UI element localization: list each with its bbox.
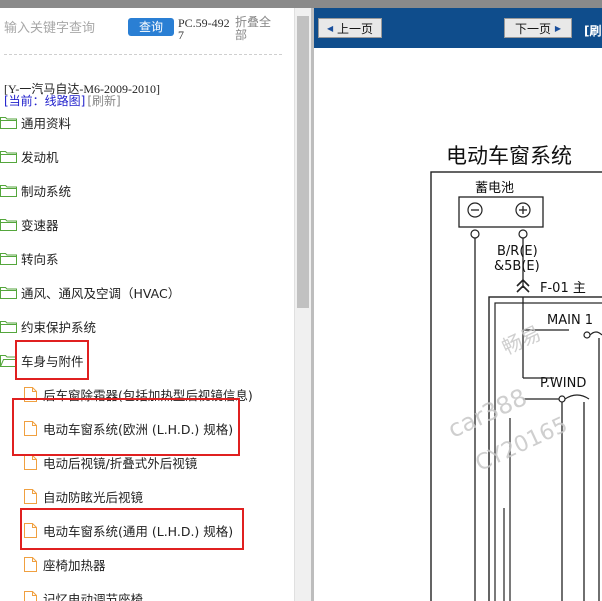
annotation-box <box>15 340 89 380</box>
tree-scrollbar[interactable] <box>294 8 311 601</box>
main-fuse-label: MAIN 1 <box>547 313 593 328</box>
scrollbar-thumb[interactable] <box>297 16 309 308</box>
tree-folder-label: 通风、通风及空调（HVAC） <box>21 285 181 301</box>
document-icon <box>24 590 37 601</box>
refresh-link-clipped[interactable]: [刷 <box>584 22 602 39</box>
tree-file-label: 座椅加热器 <box>43 557 106 573</box>
folder-icon <box>0 116 17 129</box>
folder-icon <box>0 252 17 265</box>
viewer-toolbar: ◀ 上一页 下一页 ▶ [刷 <box>314 8 602 48</box>
tree-folder-label: 转向系 <box>21 251 59 267</box>
folder-icon <box>0 150 17 163</box>
tree-file[interactable]: 记忆电动调节座椅 <box>24 586 143 601</box>
refresh-link[interactable]: [刷新] <box>87 94 120 108</box>
diagram-title: 电动车窗系统 <box>446 144 572 168</box>
triangle-right-icon: ▶ <box>554 23 561 33</box>
tree-folder[interactable]: 发动机 <box>0 144 59 168</box>
tree-folder[interactable]: 制动系统 <box>0 178 71 202</box>
document-icon <box>24 454 37 470</box>
tree-folder[interactable]: 通用资料 <box>0 110 71 134</box>
tree-folder-label: 变速器 <box>21 217 59 233</box>
document-icon <box>24 556 37 572</box>
battery-label: 蓄电池 <box>475 181 514 196</box>
tree-folder[interactable]: 通风、通风及空调（HVAC） <box>0 280 180 304</box>
current-view-label: [当前：线路图] <box>4 94 86 108</box>
tree-file[interactable]: 自动防眩光后视镜 <box>24 484 143 508</box>
current-location: [当前：线路图] [刷新] <box>4 92 121 109</box>
tree-folder[interactable]: 变速器 <box>0 212 59 236</box>
window-top-bar <box>0 0 602 8</box>
folder-icon <box>0 218 17 231</box>
prev-page-label: 上一页 <box>336 21 373 36</box>
tree-file[interactable]: 座椅加热器 <box>24 552 106 576</box>
search-input[interactable] <box>0 16 122 40</box>
triangle-left-icon: ◀ <box>327 23 334 33</box>
folder-icon <box>0 184 17 197</box>
document-viewer: ◀ 上一页 下一页 ▶ [刷 电动车窗系统 蓄电池 B/R(E) &5B(E) … <box>314 8 602 601</box>
collapse-all-link[interactable]: 折叠全部 <box>235 16 275 42</box>
document-icon <box>24 488 37 504</box>
wiring-diagram: 电动车窗系统 蓄电池 B/R(E) &5B(E) F-01 主 MAIN 1 P… <box>430 144 602 601</box>
annotation-box <box>12 398 240 456</box>
folder-icon <box>0 286 17 299</box>
tree-folder-label: 通用资料 <box>21 115 72 131</box>
fuse-box-label: F-01 主 <box>540 281 586 296</box>
tree-folder-label: 发动机 <box>21 149 59 165</box>
pc-code: PC.59-4927 <box>178 16 230 42</box>
search-button[interactable]: 查询 <box>128 18 174 36</box>
prev-page-button[interactable]: ◀ 上一页 <box>318 18 382 38</box>
wire-color-label: B/R(E) <box>497 244 538 259</box>
annotation-box <box>20 508 244 550</box>
tree-folder[interactable]: 约束保护系统 <box>0 314 96 338</box>
divider <box>4 54 282 55</box>
wire-size-label: &5B(E) <box>494 259 540 274</box>
tree-file-label: 记忆电动调节座椅 <box>43 591 144 601</box>
next-page-button[interactable]: 下一页 ▶ <box>504 18 572 38</box>
tree-file-label: 自动防眩光后视镜 <box>43 489 144 505</box>
svg-text:畅易: 畅易 <box>498 321 544 360</box>
tree-panel: 查询 PC.59-4927 折叠全部 [Y-一汽马自达-M6-2009-2010… <box>0 8 294 601</box>
tree-folder-label: 约束保护系统 <box>21 319 97 335</box>
folder-icon <box>0 320 17 333</box>
tree-folder[interactable]: 转向系 <box>0 246 59 270</box>
tree-folder-label: 制动系统 <box>21 183 72 199</box>
next-page-label: 下一页 <box>515 21 552 36</box>
